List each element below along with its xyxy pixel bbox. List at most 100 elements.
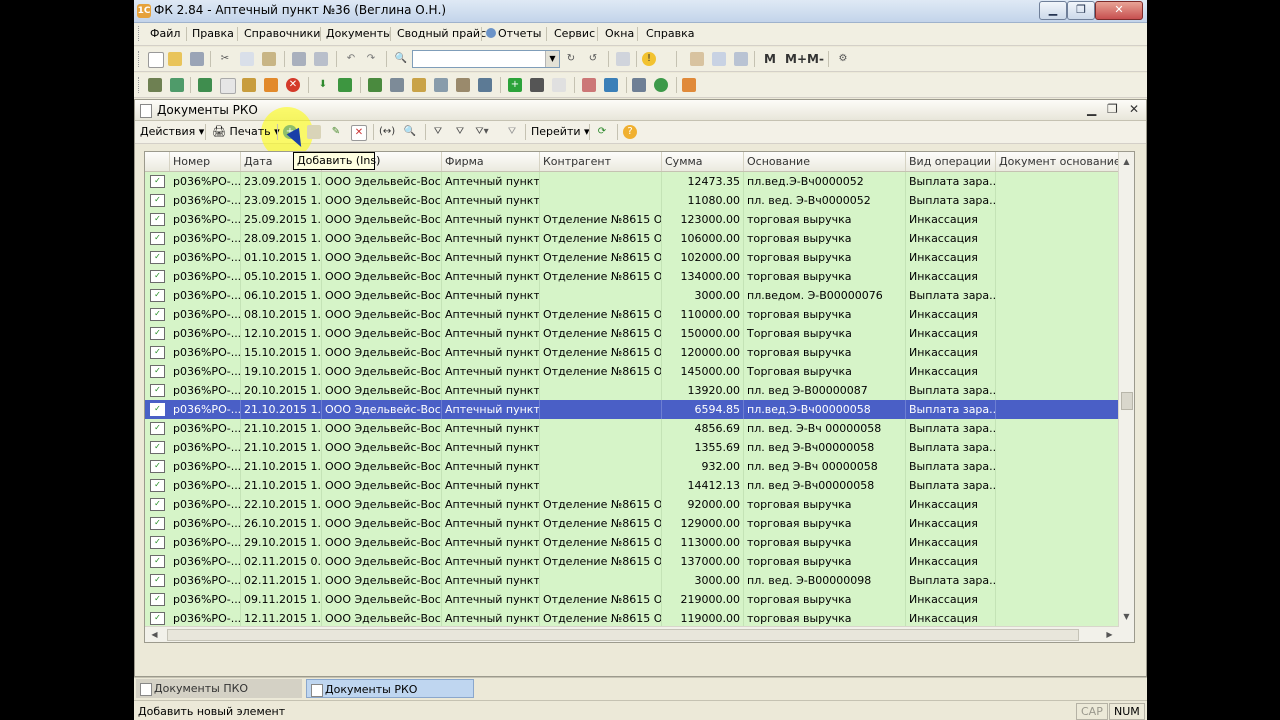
- new-document-icon[interactable]: [148, 52, 164, 68]
- table-row[interactable]: ✓ р036%РО-... 20.10.2015 1... ООО Эдельвейс…: [145, 381, 1119, 401]
- interval-icon[interactable]: (↔): [379, 125, 395, 139]
- return-icon[interactable]: [264, 78, 278, 92]
- receive-icon[interactable]: [198, 78, 212, 92]
- table-row[interactable]: ✓ р036%РО-... 08.10.2015 1... ООО Эдельвейс…: [145, 305, 1119, 325]
- header-sum[interactable]: Сумма: [662, 152, 744, 171]
- tab-rko-documents[interactable]: Документы РКО: [306, 679, 474, 698]
- tag-icon[interactable]: [220, 78, 236, 94]
- maximize-button[interactable]: ❐: [1067, 1, 1095, 20]
- globe-icon[interactable]: [654, 78, 668, 92]
- clear-filter-icon[interactable]: ⛛: [505, 125, 519, 139]
- calendar-icon[interactable]: [690, 52, 704, 66]
- edit-icon[interactable]: ✎: [329, 125, 343, 139]
- header-number[interactable]: Номер: [170, 152, 241, 171]
- tab-pko-documents[interactable]: Документы ПКО: [136, 679, 302, 698]
- table-row[interactable]: ✓ р036%РО-... 06.10.2015 1... ООО Эдельвейс…: [145, 286, 1119, 306]
- archive-icon[interactable]: [456, 78, 470, 92]
- table-row[interactable]: ✓ р036%РО-... 25.09.2015 1... ООО Эдельвейс…: [145, 210, 1119, 230]
- books-icon[interactable]: [148, 78, 162, 92]
- tools-icon[interactable]: ⚙: [836, 52, 850, 66]
- menu-service[interactable]: Сервис: [554, 27, 595, 40]
- menu-price-list[interactable]: Сводный прайс: [397, 27, 486, 40]
- table-row[interactable]: ✓ р036%РО-... 21.10.2015 1... ООО Эдельвейс…: [145, 419, 1119, 439]
- copy-item-icon[interactable]: [307, 125, 321, 139]
- filter-by-value-icon[interactable]: ⛛: [453, 125, 467, 139]
- transfer-icon[interactable]: [338, 78, 352, 92]
- horizontal-scroll-thumb[interactable]: [167, 629, 1079, 641]
- undo-icon[interactable]: ↶: [344, 52, 358, 66]
- menu-windows[interactable]: Окна: [605, 27, 634, 40]
- close-button[interactable]: ✕: [1095, 1, 1143, 20]
- horizontal-scrollbar[interactable]: ◀ ▶: [145, 626, 1119, 642]
- filter-history-icon[interactable]: ⛛▾: [475, 125, 489, 139]
- calculator-icon[interactable]: [712, 52, 726, 66]
- filter-icon[interactable]: ⛛: [431, 125, 445, 139]
- report-icon[interactable]: [478, 78, 492, 92]
- table-row[interactable]: ✓ р036%РО-... 23.09.2015 1... ООО Эдельвейс…: [145, 172, 1119, 192]
- scroll-down-icon[interactable]: ▼: [1119, 609, 1134, 624]
- menu-documents[interactable]: Документы: [326, 27, 392, 40]
- cut-icon[interactable]: ✂: [218, 52, 232, 66]
- help-icon[interactable]: ?: [623, 125, 637, 139]
- refresh-data-icon[interactable]: [170, 78, 184, 92]
- menu-reports[interactable]: Отчеты: [486, 27, 541, 40]
- table-row[interactable]: ✓ р036%РО-... 21.10.2015 1... ООО Эдельвейс…: [145, 438, 1119, 458]
- header-counterparty[interactable]: Контрагент: [540, 152, 662, 171]
- vertical-scrollbar[interactable]: ▲ ▼: [1118, 152, 1134, 642]
- table-row[interactable]: ✓ р036%РО-... 19.10.2015 1... ООО Эдельвейс…: [145, 362, 1119, 382]
- redo-icon[interactable]: ↷: [364, 52, 378, 66]
- scroll-up-icon[interactable]: ▲: [1119, 154, 1134, 169]
- barcode-icon[interactable]: [390, 78, 404, 92]
- memory-m-button[interactable]: M: [764, 52, 776, 66]
- table-row[interactable]: ✓ р036%РО-... 28.09.2015 1... ООО Эдельвейс…: [145, 229, 1119, 249]
- pen-icon[interactable]: [530, 78, 544, 92]
- table-row[interactable]: ✓ р036%РО-... 05.10.2015 1... ООО Эдельвейс…: [145, 267, 1119, 287]
- memory-mminus-button[interactable]: M-: [807, 52, 824, 66]
- find-icon[interactable]: 🔍: [403, 125, 417, 139]
- minimize-button[interactable]: ▁: [1039, 1, 1067, 20]
- doc-minimize-button[interactable]: ▁: [1087, 102, 1096, 116]
- menu-grip[interactable]: [138, 26, 142, 41]
- menu-edit[interactable]: Правка: [192, 27, 234, 40]
- toolbar-grip[interactable]: [138, 77, 142, 93]
- refresh-icon[interactable]: ⟳: [595, 125, 609, 139]
- text-icon[interactable]: [734, 52, 748, 66]
- book-icon[interactable]: [368, 78, 382, 92]
- table-row[interactable]: ✓ р036%РО-... 01.10.2015 1... ООО Эдельвейс…: [145, 248, 1119, 268]
- paste-icon[interactable]: [262, 52, 276, 66]
- memory-mplus-button[interactable]: M+: [785, 52, 807, 66]
- table-row[interactable]: ✓ р036%РО-... 15.10.2015 1... ООО Эдельвейс…: [145, 343, 1119, 363]
- print-icon[interactable]: [292, 52, 306, 66]
- chevron-down-icon[interactable]: ▼: [545, 51, 559, 67]
- table-row-selected[interactable]: ✓ р036%РО-... 21.10.2015 1... ООО Эдельвейс…: [145, 400, 1119, 420]
- info-icon[interactable]: !: [642, 52, 656, 66]
- vertical-scroll-thumb[interactable]: [1121, 392, 1133, 410]
- eraser-icon[interactable]: [552, 78, 566, 92]
- scroll-right-icon[interactable]: ▶: [1102, 627, 1117, 642]
- scale-icon[interactable]: [434, 78, 448, 92]
- actions-menu-button[interactable]: Действия ▾: [140, 125, 204, 138]
- header-operation-type[interactable]: Вид операции: [906, 152, 996, 171]
- cancel-icon[interactable]: ✕: [286, 78, 300, 92]
- open-folder-icon[interactable]: [168, 52, 182, 66]
- user-icon[interactable]: [242, 78, 256, 92]
- save-icon[interactable]: [190, 52, 204, 66]
- header-basis[interactable]: Основание: [744, 152, 906, 171]
- table-row[interactable]: ✓ р036%РО-... 21.10.2015 1... ООО Эдельвейс…: [145, 457, 1119, 477]
- scroll-left-icon[interactable]: ◀: [147, 627, 162, 642]
- pills-icon[interactable]: [582, 78, 596, 92]
- documents-table[interactable]: Номер Дата Фирма Контрагент Сумма Основа…: [144, 151, 1135, 643]
- toolbar-grip[interactable]: [138, 51, 142, 67]
- search-input[interactable]: ▼: [412, 50, 560, 68]
- header-firm[interactable]: Фирма: [442, 152, 540, 171]
- doc-restore-button[interactable]: ❐: [1107, 102, 1118, 116]
- goto-menu-button[interactable]: Перейти ▾: [531, 125, 590, 138]
- table-row[interactable]: ✓ р036%РО-... 12.10.2015 1... ООО Эдельвейс…: [145, 324, 1119, 344]
- menu-references[interactable]: Справочники: [244, 27, 320, 40]
- doc-close-button[interactable]: ✕: [1129, 102, 1139, 116]
- table-row[interactable]: ✓ р036%РО-... 02.11.2015 1... ООО Эдельвейс…: [145, 571, 1119, 591]
- menu-help[interactable]: Справка: [646, 27, 694, 40]
- copy-icon[interactable]: [240, 52, 254, 66]
- print-menu-button[interactable]: 🖨 Печать ▾: [212, 125, 280, 138]
- arrow-down-icon[interactable]: ⬇: [316, 78, 330, 92]
